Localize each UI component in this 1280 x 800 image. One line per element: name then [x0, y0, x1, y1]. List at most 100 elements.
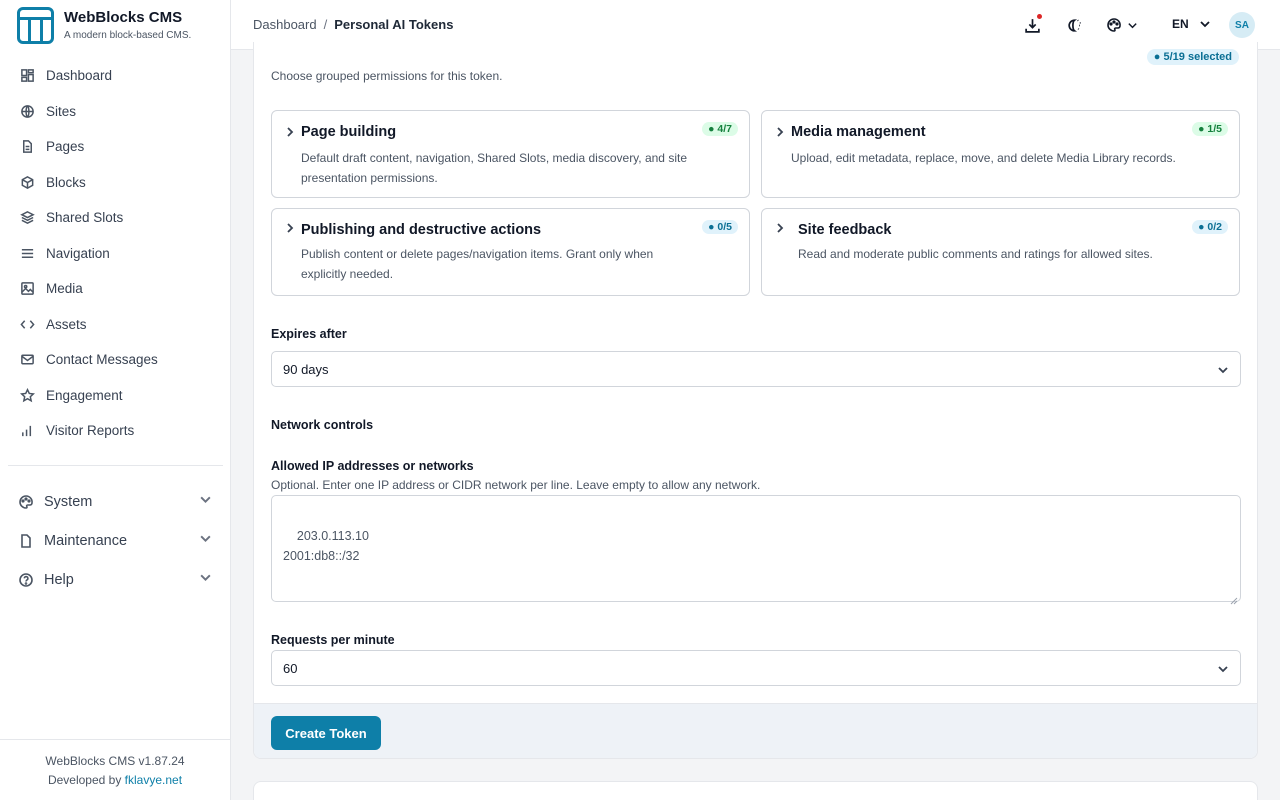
theme-palette-button[interactable]: [1106, 15, 1138, 35]
sidebar-group-label: System: [44, 493, 93, 510]
chevron-down-icon: [199, 571, 212, 588]
sidebar-item-assets[interactable]: Assets: [0, 307, 230, 343]
sidebar-item-media[interactable]: Media: [0, 271, 230, 307]
notification-dot: [1037, 14, 1042, 19]
sidebar-footer: WebBlocks CMS v1.87.24 Developed by fkla…: [0, 739, 230, 800]
expires-select[interactable]: 90 days: [271, 351, 1241, 387]
language-label: EN: [1172, 17, 1189, 31]
bar-chart-icon: [19, 423, 35, 439]
sidebar-nav: Dashboard Sites Pages Blocks Shared Slot…: [0, 58, 230, 449]
breadcrumb: Dashboard / Personal AI Tokens: [253, 17, 453, 32]
permission-group-description: Read and moderate public comments and ra…: [798, 247, 1153, 261]
developed-by-text: Developed by: [47, 773, 122, 787]
globe-icon: [19, 103, 35, 119]
next-card: [253, 781, 1258, 800]
permission-group-publishing[interactable]: Publishing and destructive actions Publi…: [271, 208, 750, 296]
chevron-down-icon: [1218, 367, 1228, 374]
brand-logo-icon: [17, 7, 54, 44]
palette-icon: [1107, 18, 1121, 32]
mail-icon: [19, 352, 35, 368]
sidebar-item-label: Visitor Reports: [46, 423, 135, 439]
download-icon: [1024, 18, 1040, 33]
sidebar-item-pages[interactable]: Pages: [0, 129, 230, 165]
permission-group-title: Media management: [791, 124, 926, 140]
sidebar-item-shared-slots[interactable]: Shared Slots: [0, 200, 230, 236]
sidebar-item-label: Pages: [46, 139, 85, 155]
file-icon: [17, 532, 35, 550]
sidebar-item-label: Engagement: [46, 387, 123, 403]
download-button[interactable]: [1022, 14, 1042, 35]
sidebar-item-label: Contact Messages: [46, 352, 158, 368]
sidebar-group-system[interactable]: System: [0, 482, 230, 521]
permission-group-title: Publishing and destructive actions: [301, 222, 542, 238]
permission-count-badge: ● 4/7: [702, 122, 738, 136]
avatar[interactable]: SA: [1229, 12, 1255, 38]
permission-group-description: Upload, edit metadata, replace, move, an…: [791, 151, 1176, 165]
theme-toggle-button[interactable]: [1064, 15, 1084, 35]
brand[interactable]: WebBlocks CMS A modern block-based CMS.: [17, 7, 191, 44]
chevron-down-icon: [199, 493, 212, 510]
rpm-select[interactable]: 60: [271, 650, 1241, 686]
breadcrumb-separator: /: [323, 17, 328, 32]
sidebar-item-label: Dashboard: [46, 68, 113, 84]
card-footer: Create Token: [254, 703, 1257, 758]
sidebar-item-label: Media: [46, 281, 83, 297]
sidebar-item-label: Sites: [46, 103, 77, 119]
sidebar-divider: [8, 465, 223, 466]
expires-label: Expires after: [271, 327, 347, 341]
image-icon: [19, 281, 35, 297]
chevron-down-icon: [1218, 666, 1228, 673]
permission-group-title: Page building: [301, 124, 397, 140]
permission-group-page-building[interactable]: Page building Default draft content, nav…: [271, 110, 750, 198]
sidebar: WebBlocks CMS A modern block-based CMS. …: [0, 0, 231, 800]
ip-label: Allowed IP addresses or networks: [271, 459, 474, 473]
breadcrumb-dashboard-link[interactable]: Dashboard: [253, 17, 317, 32]
dashboard-icon: [19, 68, 35, 84]
star-icon: [19, 387, 35, 403]
permission-group-description: Default draft content, navigation, Share…: [301, 151, 687, 185]
permission-group-media-management[interactable]: Media management Upload, edit metadata, …: [761, 110, 1240, 198]
sidebar-item-sites[interactable]: Sites: [0, 94, 230, 130]
version-text: WebBlocks CMS v1.87.24: [45, 754, 185, 768]
sidebar-item-visitor-reports[interactable]: Visitor Reports: [0, 413, 230, 449]
sidebar-groups: System Maintenance Help: [0, 482, 230, 599]
ip-textarea[interactable]: 203.0.113.10 2001:db8::/32: [271, 495, 1241, 605]
selected-count-badge: ● 5/19 selected: [1146, 49, 1239, 65]
layers-icon: [19, 210, 35, 226]
ip-hint: Optional. Enter one IP address or CIDR n…: [271, 478, 761, 492]
menu-icon: [19, 245, 35, 261]
sidebar-group-help[interactable]: Help: [0, 560, 230, 599]
developer-link[interactable]: fklavye.net: [125, 773, 182, 787]
sidebar-item-label: Navigation: [46, 245, 110, 261]
chevron-right-icon: [284, 221, 296, 239]
help-icon: [17, 571, 35, 589]
chevron-right-icon: [774, 221, 786, 239]
permission-group-description: Publish content or delete pages/navigati…: [301, 247, 654, 281]
chevron-down-icon: [199, 532, 212, 549]
sidebar-item-blocks[interactable]: Blocks: [0, 165, 230, 201]
permission-count-badge: ● 0/5: [702, 220, 738, 234]
sidebar-item-label: Blocks: [46, 174, 86, 190]
rpm-label: Requests per minute: [271, 633, 395, 647]
sidebar-item-navigation[interactable]: Navigation: [0, 236, 230, 272]
language-selector[interactable]: EN: [1172, 17, 1211, 31]
brand-subtitle: A modern block-based CMS.: [64, 30, 192, 41]
sidebar-item-dashboard[interactable]: Dashboard: [0, 58, 230, 94]
sidebar-group-label: Maintenance: [44, 532, 128, 549]
sidebar-group-label: Help: [44, 571, 74, 588]
palette-icon: [17, 493, 35, 511]
rpm-value: 60: [283, 660, 298, 676]
permission-group-title: Site feedback: [798, 222, 892, 238]
ip-textarea-value: 203.0.113.10 2001:db8::/32: [283, 529, 369, 563]
code-icon: [19, 316, 35, 332]
sidebar-item-engagement[interactable]: Engagement: [0, 378, 230, 414]
permission-count-badge: ● 1/5: [1192, 122, 1228, 136]
chevron-down-icon: [1128, 22, 1137, 28]
sidebar-item-label: Assets: [46, 316, 87, 332]
chevron-right-icon: [774, 125, 786, 143]
sidebar-item-contact-messages[interactable]: Contact Messages: [0, 342, 230, 378]
create-token-button[interactable]: Create Token: [271, 716, 381, 750]
sidebar-group-maintenance[interactable]: Maintenance: [0, 521, 230, 560]
resize-handle-icon[interactable]: [1230, 591, 1238, 605]
permission-group-site-feedback[interactable]: Site feedback Read and moderate public c…: [761, 208, 1240, 296]
